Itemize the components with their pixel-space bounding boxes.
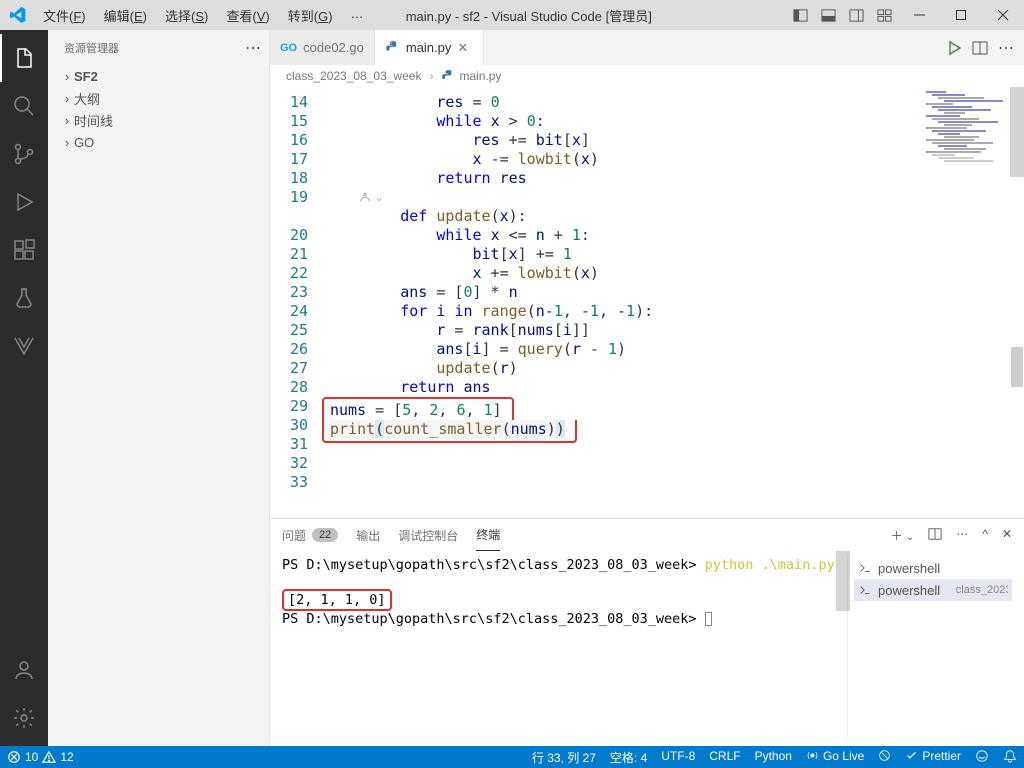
run-debug-icon[interactable]: [0, 178, 48, 226]
code-line[interactable]: update(r): [328, 359, 1024, 378]
code-line[interactable]: for i in range(n-1, -1, -1):: [328, 302, 1024, 321]
sidebar-section-outline[interactable]: ›大纲: [48, 87, 269, 109]
code-line[interactable]: r = rank[nums[i]]: [328, 321, 1024, 340]
settings-gear-icon[interactable]: [0, 694, 48, 742]
status-ln-col[interactable]: 行 33, 列 27: [525, 749, 603, 766]
panel-close-icon[interactable]: ✕: [1002, 527, 1012, 544]
search-icon[interactable]: [0, 82, 48, 130]
code-line[interactable]: res += bit[x]: [328, 131, 1024, 150]
code-line[interactable]: bit[x] += 1: [328, 245, 1024, 264]
status-prettier[interactable]: Prettier: [898, 749, 968, 763]
testing-icon[interactable]: [0, 274, 48, 322]
maximize-button[interactable]: [940, 1, 982, 29]
tab-main-py[interactable]: main.py ✕: [375, 30, 485, 65]
status-notifications-icon[interactable]: [996, 749, 1024, 763]
bottom-panel: 问题 22 输出 调试控制台 终端 ＋ ⌄ ⋯ ^ ✕ PS D:\mysetu…: [270, 518, 1024, 746]
sidebar-section-go[interactable]: ›GO: [48, 131, 269, 153]
panel-tab-terminal[interactable]: 终端: [476, 519, 500, 551]
sidebar-section-sf2[interactable]: ›SF2: [48, 65, 269, 87]
status-encoding[interactable]: UTF-8: [654, 749, 702, 763]
close-tab-icon[interactable]: ✕: [457, 40, 473, 56]
sidebar-more-icon[interactable]: ⋯: [245, 38, 261, 58]
vue-icon[interactable]: [0, 322, 48, 370]
status-go-live[interactable]: Go Live: [799, 749, 871, 763]
highlighted-code-block[interactable]: print(count_smaller(nums)): [328, 420, 1024, 443]
status-spaces[interactable]: 空格: 4: [603, 749, 654, 766]
code-line[interactable]: x += lowbit(x): [328, 264, 1024, 283]
terminal-shell-icon: [858, 583, 872, 597]
titlebar: 文件(F) 编辑(E) 选择(S) 查看(V) 转到(G) … main.py …: [0, 0, 1024, 30]
problems-count-badge: 22: [312, 528, 338, 542]
tab-code02-go[interactable]: GO code02.go: [270, 30, 375, 65]
terminal-list: powershell powershell class_2023_08_03_w…: [847, 557, 1012, 740]
status-bar: 10 12 行 33, 列 27 空格: 4 UTF-8 CRLF Python…: [0, 746, 1024, 768]
line-gutter: 1415161718192021222324252627282930313233: [270, 87, 328, 518]
vscode-logo: [0, 7, 35, 23]
status-feedback-icon[interactable]: [968, 749, 996, 763]
sidebar-section-timeline[interactable]: ›时间线: [48, 109, 269, 131]
account-icon[interactable]: [0, 646, 48, 694]
split-editor-icon[interactable]: [972, 40, 988, 56]
editor-tabs: GO code02.go main.py ✕ ⋯: [270, 30, 1024, 65]
layout-custom-icon[interactable]: [870, 1, 898, 29]
extensions-icon[interactable]: [0, 226, 48, 274]
layout-toggle-icon[interactable]: [786, 1, 814, 29]
menu-edit[interactable]: 编辑(E): [96, 3, 155, 28]
menu-more[interactable]: …: [343, 3, 372, 28]
panel-tab-debug[interactable]: 调试控制台: [398, 519, 458, 551]
menu-bar: 文件(F) 编辑(E) 选择(S) 查看(V) 转到(G) …: [35, 3, 372, 28]
menu-view[interactable]: 查看(V): [218, 3, 277, 28]
terminal-item[interactable]: powershell class_2023_08_03_week: [854, 579, 1012, 601]
python-file-icon: [441, 69, 455, 83]
code-line[interactable]: res = 0: [328, 93, 1024, 112]
editor-more-icon[interactable]: ⋯: [998, 38, 1014, 58]
source-control-icon[interactable]: [0, 130, 48, 178]
close-button[interactable]: [982, 1, 1024, 29]
code-line[interactable]: ans[i] = query(r - 1): [328, 340, 1024, 359]
code-line[interactable]: def update(x):: [328, 207, 1024, 226]
editor-scrollbar[interactable]: [1010, 87, 1024, 518]
code-line[interactable]: ans = [0] * n: [328, 283, 1024, 302]
window-title: main.py - sf2 - Visual Studio Code [管理员]: [372, 6, 786, 25]
terminal-shell-icon: [858, 561, 872, 575]
panel-more-icon[interactable]: ⋯: [956, 527, 968, 544]
code-editor[interactable]: 1415161718192021222324252627282930313233…: [270, 87, 1024, 518]
code-line[interactable]: while x <= n + 1:: [328, 226, 1024, 245]
code-line[interactable]: nums = [5, 2, 6, 1]: [328, 397, 1024, 420]
code-line[interactable]: return ans: [328, 378, 1024, 397]
code-line[interactable]: while x > 0:: [328, 112, 1024, 131]
panel-tab-problems[interactable]: 问题 22: [282, 519, 338, 551]
menu-select[interactable]: 选择(S): [157, 3, 216, 28]
layout-side-icon[interactable]: [842, 1, 870, 29]
explorer-icon[interactable]: [0, 34, 48, 82]
activity-bar: [0, 30, 48, 746]
go-file-icon: GO: [280, 42, 297, 54]
sidebar: 资源管理器 ⋯ ›SF2 ›大纲 ›时间线 ›GO: [48, 30, 270, 746]
code-line[interactable]: x -= lowbit(x): [328, 150, 1024, 169]
menu-file[interactable]: 文件(F): [35, 3, 94, 28]
minimize-button[interactable]: [898, 1, 940, 29]
panel-maximize-icon[interactable]: ^: [982, 527, 988, 544]
status-formatting[interactable]: [871, 749, 898, 762]
editor-scroll-region-mark: [1011, 347, 1023, 387]
panel-new-icon[interactable]: ＋ ⌄: [891, 527, 915, 544]
status-errors[interactable]: 10 12: [0, 746, 81, 768]
terminal-scrollbar-thumb[interactable]: [836, 551, 850, 611]
menu-go[interactable]: 转到(G): [280, 3, 341, 28]
terminal-item[interactable]: powershell: [854, 557, 1012, 579]
editor-scrollbar-thumb[interactable]: [1010, 87, 1024, 177]
status-language[interactable]: Python: [748, 749, 799, 763]
highlighted-output: [2, 1, 1, 0]: [282, 589, 392, 611]
panel-split-icon[interactable]: [928, 527, 942, 544]
layout-panel-icon[interactable]: [814, 1, 842, 29]
status-eol[interactable]: CRLF: [702, 749, 747, 763]
panel-tab-output[interactable]: 输出: [356, 519, 380, 551]
code-line[interactable]: return res: [328, 169, 1024, 188]
python-file-icon: [385, 40, 400, 55]
terminal-output[interactable]: PS D:\mysetup\gopath\src\sf2\class_2023_…: [282, 557, 847, 740]
sidebar-title: 资源管理器: [64, 40, 119, 56]
run-icon[interactable]: [946, 40, 962, 56]
codelens-hint[interactable]: ⌄: [328, 188, 1024, 207]
breadcrumb[interactable]: class_2023_08_03_week › main.py: [270, 65, 1024, 87]
